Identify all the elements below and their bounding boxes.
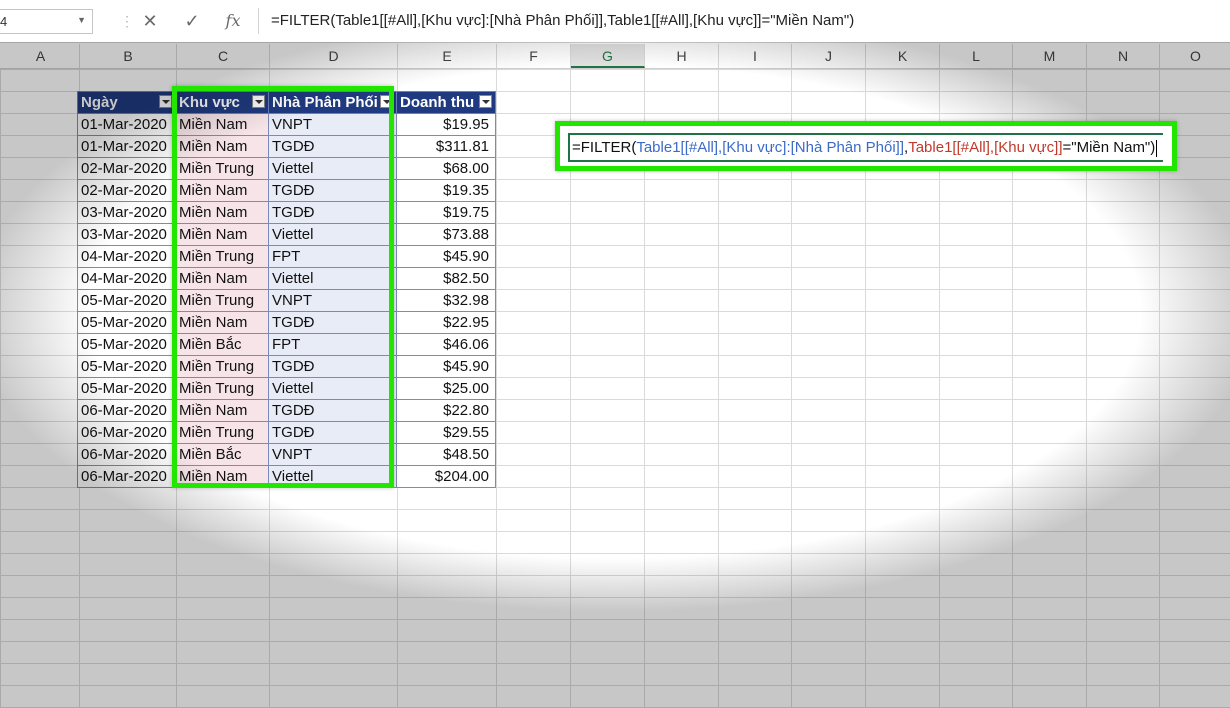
filter-dropdown-icon[interactable] — [479, 95, 492, 108]
cell-date[interactable]: 02-Mar-2020 — [77, 157, 176, 180]
formula-input[interactable]: =FILTER(Table1[[#All],[Khu vực]:[Nhà Phâ… — [258, 8, 1230, 34]
cell-date[interactable]: 04-Mar-2020 — [77, 245, 176, 268]
chevron-down-icon[interactable]: ▼ — [77, 15, 86, 25]
cell-date[interactable]: 05-Mar-2020 — [77, 333, 176, 356]
name-box[interactable]: 4 ▼ — [0, 9, 93, 34]
filter-dropdown-icon[interactable] — [159, 95, 172, 108]
column-header-e[interactable]: E — [398, 44, 497, 68]
formula-bar: 4 ▼ ⋮ ✕ ✓ fx =FILTER(Table1[[#All],[Khu … — [0, 0, 1230, 43]
cell-revenue[interactable]: $22.80 — [396, 399, 496, 422]
column-header-g[interactable]: G — [571, 44, 645, 68]
cell-date[interactable]: 03-Mar-2020 — [77, 201, 176, 224]
cell-date[interactable]: 02-Mar-2020 — [77, 179, 176, 202]
cell-date[interactable]: 03-Mar-2020 — [77, 223, 176, 246]
name-box-value: 4 — [0, 14, 8, 29]
column-header-d[interactable]: D — [270, 44, 398, 68]
cell-revenue[interactable]: $68.00 — [396, 157, 496, 180]
cell-revenue[interactable]: $45.90 — [396, 355, 496, 378]
cell-revenue[interactable]: $25.00 — [396, 377, 496, 400]
column-highlight-box — [172, 86, 394, 488]
formula-condition: ="Miền Nam") — [1062, 139, 1156, 156]
header-revenue: Doanh thu — [396, 91, 496, 114]
column-header-i[interactable]: I — [719, 44, 792, 68]
cell-revenue[interactable]: $311.81 — [396, 135, 496, 158]
cell-date[interactable]: 05-Mar-2020 — [77, 377, 176, 400]
header-label: Doanh thu — [400, 94, 475, 111]
column-header-o[interactable]: O — [1160, 44, 1230, 68]
cell-date[interactable]: 06-Mar-2020 — [77, 443, 176, 466]
cell-revenue[interactable]: $82.50 — [396, 267, 496, 290]
cell-date[interactable]: 06-Mar-2020 — [77, 399, 176, 422]
formula-cell-editor[interactable]: =FILTER(Table1[[#All],[Khu vực]:[Nhà Phâ… — [568, 133, 1164, 162]
cell-revenue[interactable]: $46.06 — [396, 333, 496, 356]
cell-revenue[interactable]: $19.95 — [396, 113, 496, 136]
cell-revenue[interactable]: $73.88 — [396, 223, 496, 246]
cell-revenue[interactable]: $22.95 — [396, 311, 496, 334]
column-header-j[interactable]: J — [792, 44, 866, 68]
cell-date[interactable]: 06-Mar-2020 — [77, 421, 176, 444]
formula-ref-criteria: Table1[[#All],[Khu vực]] — [908, 139, 1063, 156]
column-header-l[interactable]: L — [940, 44, 1013, 68]
cell-revenue[interactable]: $29.55 — [396, 421, 496, 444]
column-header-b[interactable]: B — [80, 44, 177, 68]
text-cursor — [1156, 139, 1158, 157]
cell-revenue[interactable]: $45.90 — [396, 245, 496, 268]
cell-date[interactable]: 05-Mar-2020 — [77, 311, 176, 334]
column-header-m[interactable]: M — [1013, 44, 1087, 68]
cell-date[interactable]: 04-Mar-2020 — [77, 267, 176, 290]
cell-date[interactable]: 01-Mar-2020 — [77, 113, 176, 136]
column-header-n[interactable]: N — [1087, 44, 1160, 68]
column-header-c[interactable]: C — [177, 44, 270, 68]
column-header-f[interactable]: F — [497, 44, 571, 68]
check-icon[interactable]: ✓ — [179, 8, 205, 34]
header-date: Ngày — [77, 91, 176, 114]
column-header-a[interactable]: A — [2, 44, 80, 68]
header-label: Ngày — [81, 94, 118, 111]
cell-revenue[interactable]: $32.98 — [396, 289, 496, 312]
cell-revenue[interactable]: $204.00 — [396, 465, 496, 488]
cell-date[interactable]: 01-Mar-2020 — [77, 135, 176, 158]
cell-revenue[interactable]: $19.35 — [396, 179, 496, 202]
cell-date[interactable]: 05-Mar-2020 — [77, 289, 176, 312]
column-header-k[interactable]: K — [866, 44, 940, 68]
grip-icon: ⋮ — [120, 13, 135, 29]
insert-function-icon[interactable]: fx — [220, 8, 246, 34]
close-icon[interactable]: ✕ — [137, 8, 163, 34]
formula-function: =FILTER( — [572, 139, 637, 156]
cell-date[interactable]: 06-Mar-2020 — [77, 465, 176, 488]
column-headers: ABCDEFGHIJKLMNO — [0, 44, 1230, 69]
column-header-h[interactable]: H — [645, 44, 719, 68]
cell-revenue[interactable]: $19.75 — [396, 201, 496, 224]
formula-ref-range: Table1[[#All],[Khu vực]:[Nhà Phân Phối]] — [636, 139, 905, 156]
grid-line — [496, 69, 497, 708]
cell-revenue[interactable]: $48.50 — [396, 443, 496, 466]
cell-date[interactable]: 05-Mar-2020 — [77, 355, 176, 378]
